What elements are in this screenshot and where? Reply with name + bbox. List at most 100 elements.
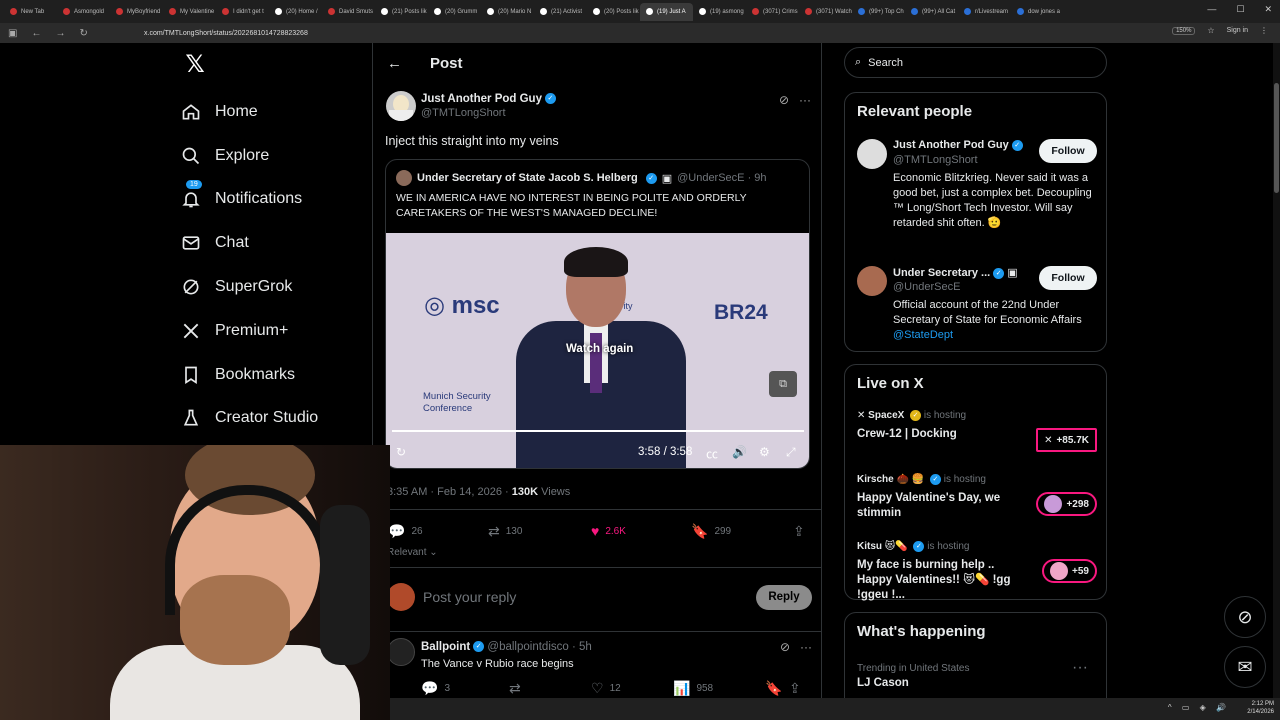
browser-tab[interactable]: (19) Just A	[640, 2, 693, 21]
close-icon[interactable]: ✕	[1264, 4, 1272, 15]
browser-tab[interactable]: (20) Posts lik	[587, 3, 640, 21]
reply-action[interactable]: 💬 3	[421, 680, 450, 697]
live-listener-count[interactable]: ✕ +85.7K	[1036, 428, 1097, 452]
bio-link[interactable]: @StateDept	[893, 329, 953, 341]
forward-icon[interactable]: →	[55, 28, 65, 39]
back-icon[interactable]: ←	[31, 28, 41, 39]
avatar[interactable]	[387, 638, 415, 666]
bookmark-action[interactable]: 🔖	[765, 680, 782, 697]
scrollbar[interactable]	[1273, 43, 1280, 698]
menu-icon[interactable]: ⋮	[1260, 26, 1268, 35]
reload-icon[interactable]: ↻	[79, 28, 87, 39]
trend-name[interactable]: LJ Cason	[857, 677, 909, 689]
browser-tab[interactable]: I didn't get t	[216, 3, 269, 21]
reply-action[interactable]: 💬 26	[388, 523, 423, 540]
live-title[interactable]: Crew-12 | Docking	[857, 427, 1027, 442]
browser-tab[interactable]: (99+) All Cat	[905, 3, 958, 21]
tray-icons[interactable]: ^ ▭ ◈ 🔊	[1168, 703, 1230, 712]
nav-item-explore[interactable]: Explore	[175, 134, 365, 178]
sidebar-toggle-icon[interactable]: ▣	[8, 28, 17, 39]
more-icon[interactable]: ···	[1072, 659, 1088, 677]
live-item[interactable]: Kitsu 😻💊 ✓ is hosting My face is burning…	[857, 541, 1097, 603]
browser-tab[interactable]: My Valentine	[163, 3, 216, 21]
browser-tab[interactable]: (20) Grumm	[428, 3, 481, 21]
browser-tab[interactable]: (99+) Top Ch	[852, 3, 905, 21]
share-action[interactable]: ⇪	[789, 680, 801, 697]
like-action[interactable]: ♡ 12	[591, 680, 621, 697]
replay-icon[interactable]: ↻	[396, 445, 406, 459]
browser-tab[interactable]: (21) Activist	[534, 3, 587, 21]
reply-author-name[interactable]: Ballpoint	[421, 641, 470, 653]
clock[interactable]: 2:12 PM 2/14/2026	[1247, 700, 1274, 716]
reply-button[interactable]: Reply	[756, 585, 812, 610]
live-title[interactable]: My face is burning help .. Happy Valenti…	[857, 558, 1027, 603]
captions-icon[interactable]: ㏄	[706, 445, 718, 462]
person-name[interactable]: Under Secretary ...	[893, 267, 990, 279]
grok-icon[interactable]: ⊘	[780, 640, 790, 654]
browser-tab[interactable]: MyBoyfriend	[110, 3, 163, 21]
avatar[interactable]	[386, 91, 416, 121]
video-progress-bar[interactable]	[392, 430, 804, 432]
live-item[interactable]: ✕ SpaceX ✓ is hosting Crew-12 | Docking …	[857, 410, 1097, 452]
browser-tab[interactable]: (21) Posts lik	[375, 3, 428, 21]
browser-tab[interactable]: New Tab	[4, 3, 57, 21]
quoted-post[interactable]: Under Secretary of State Jacob S. Helber…	[385, 159, 810, 469]
browser-tab[interactable]: (20) Home /	[269, 3, 322, 21]
follow-button[interactable]: Follow	[1039, 266, 1097, 290]
timestamp[interactable]: 3:35 AM · Feb 14, 2026 ·	[387, 486, 509, 498]
maximize-icon[interactable]: ☐	[1236, 4, 1244, 15]
grok-fab-button[interactable]: ⊘	[1224, 596, 1266, 638]
browser-tab[interactable]: (19) asmong	[693, 3, 746, 21]
browser-tab[interactable]: (3071) Watch	[799, 3, 852, 21]
search-input[interactable]: ⌕ Search	[844, 47, 1107, 78]
browser-tab[interactable]: (3071) Crims	[746, 3, 799, 21]
views-action[interactable]: 📊 958	[673, 680, 713, 697]
messages-fab-button[interactable]: ✉	[1224, 646, 1266, 688]
x-logo-icon[interactable]: 𝕏	[175, 48, 215, 80]
browser-tab[interactable]: dow jones a	[1011, 3, 1064, 21]
more-icon[interactable]: ···	[799, 93, 811, 107]
fullscreen-icon[interactable]: ⤢	[786, 445, 796, 460]
live-title[interactable]: Happy Valentine's Day, we stimmin	[857, 491, 1027, 521]
nav-item-chat[interactable]: Chat	[175, 221, 365, 265]
like-action[interactable]: ♥ 2.6K	[591, 523, 626, 539]
live-listener-count[interactable]: +59	[1042, 559, 1097, 583]
bookmark-action[interactable]: 🔖 299	[691, 523, 731, 540]
zoom-badge[interactable]: 150%	[1172, 26, 1196, 35]
watch-again-button[interactable]: Watch again	[566, 343, 633, 355]
avatar[interactable]	[857, 266, 887, 296]
video-player[interactable]: ◎ msc Security BR24 Munich Security Conf…	[386, 233, 809, 468]
volume-icon[interactable]: 🔊	[732, 445, 747, 459]
sort-dropdown[interactable]: Relevant ⌄	[387, 547, 438, 558]
back-arrow-icon[interactable]: ←	[387, 55, 402, 72]
browser-tab[interactable]: r/Livestream	[958, 3, 1011, 21]
repost-action[interactable]: ⇄ 130	[488, 523, 522, 540]
live-item[interactable]: Kirsche 🌰 🍔 ✓ is hosting Happy Valentine…	[857, 474, 1097, 521]
author-handle[interactable]: @TMTLongShort	[421, 107, 506, 119]
share-action[interactable]: ⇪	[793, 523, 805, 540]
browser-tab[interactable]: (20) Mario N	[481, 3, 534, 21]
nav-item-premium[interactable]: Premium+	[175, 309, 365, 353]
star-icon[interactable]: ☆	[1207, 26, 1214, 35]
browser-tab[interactable]: David Smuts	[322, 3, 375, 21]
person-name[interactable]: Just Another Pod Guy	[893, 139, 1009, 151]
grok-icon[interactable]: ⊘	[779, 93, 789, 107]
nav-item-creator-studio[interactable]: Creator Studio	[175, 397, 365, 441]
author-name[interactable]: Just Another Pod Guy	[421, 93, 542, 105]
repost-action[interactable]: ⇄	[509, 680, 521, 697]
signin-button[interactable]: Sign in	[1227, 27, 1248, 34]
more-icon[interactable]: ···	[800, 640, 812, 654]
reply-input[interactable]: Post your reply	[423, 589, 516, 605]
url-text[interactable]: x.com/TMTLongShort/status/20226810147288…	[144, 30, 308, 37]
nav-item-bookmarks[interactable]: Bookmarks	[175, 353, 365, 397]
follow-button[interactable]: Follow	[1039, 139, 1097, 163]
settings-icon[interactable]: ⚙	[759, 445, 770, 459]
avatar[interactable]	[857, 139, 887, 169]
pip-icon[interactable]: ⧉	[769, 371, 797, 397]
minimize-icon[interactable]: —	[1207, 4, 1216, 15]
live-listener-count[interactable]: +298	[1036, 492, 1097, 516]
nav-item-supergrok[interactable]: SuperGrok	[175, 265, 365, 309]
browser-tab[interactable]: Asmongold	[57, 3, 110, 21]
nav-item-notifications[interactable]: 19 Notifications	[175, 178, 365, 222]
nav-item-home[interactable]: Home	[175, 90, 365, 134]
